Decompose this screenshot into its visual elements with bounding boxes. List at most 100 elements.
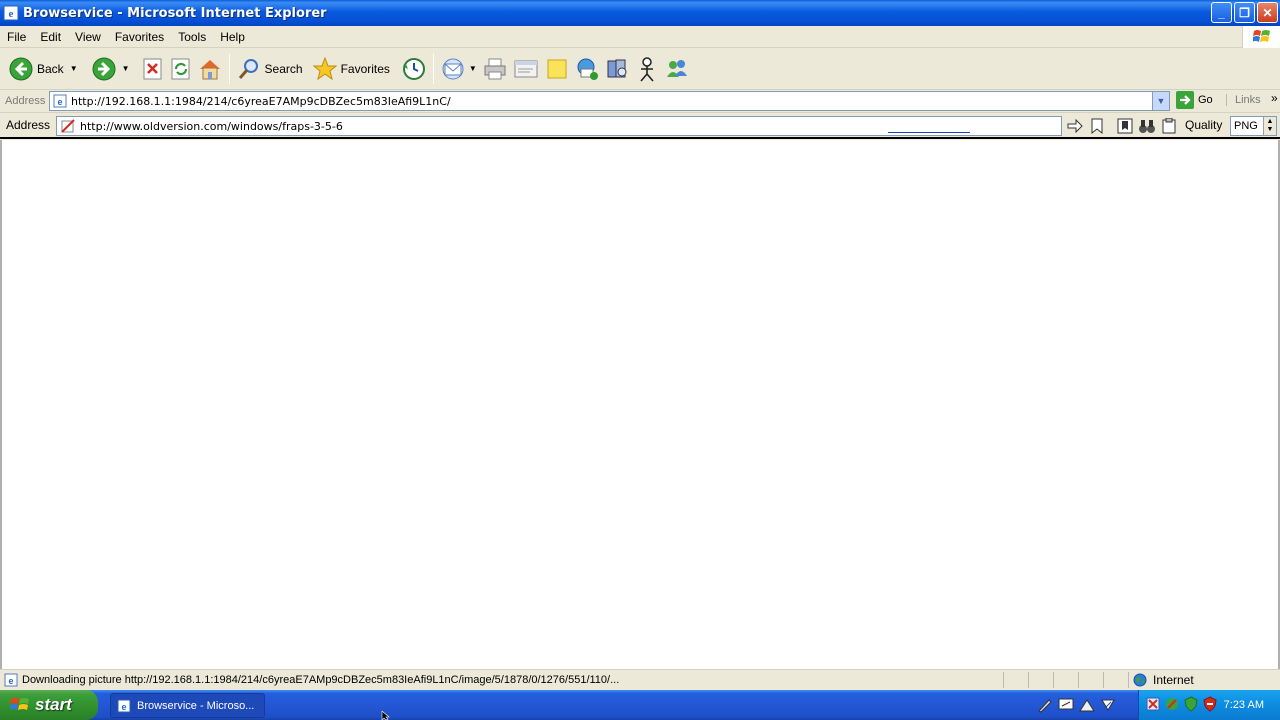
menu-view[interactable]: View bbox=[68, 26, 108, 48]
contacts-people-icon bbox=[666, 59, 687, 77]
internet-explorer-icon: e bbox=[117, 699, 131, 712]
spinner-icon[interactable]: ▲ ▼ bbox=[1263, 117, 1276, 135]
display-settings-icon[interactable] bbox=[1057, 696, 1075, 714]
minimize-button[interactable]: _ bbox=[1211, 2, 1232, 23]
edit-button[interactable] bbox=[510, 52, 542, 86]
forward-arrow-icon bbox=[92, 57, 116, 80]
inner-address-label: Address bbox=[6, 118, 51, 132]
inner-address-url: http://www.oldversion.com/windows/fraps-… bbox=[80, 119, 343, 133]
bookmark-icon[interactable] bbox=[1088, 117, 1106, 135]
messenger-icon bbox=[577, 58, 598, 80]
start-label: start bbox=[35, 695, 72, 714]
bookmarks-list-icon[interactable] bbox=[1116, 117, 1134, 135]
page-content-area[interactable] bbox=[0, 140, 1280, 669]
svg-text:e: e bbox=[9, 8, 14, 20]
globe-icon bbox=[1133, 673, 1147, 687]
system-tray: 7:23 AM bbox=[1138, 690, 1280, 720]
messenger-button[interactable] bbox=[572, 52, 602, 86]
address-dropdown-icon[interactable]: ▼ bbox=[1152, 92, 1169, 110]
back-dropdown-icon[interactable]: ▼ bbox=[70, 64, 78, 73]
status-bar: e Downloading picture http://192.168.1.1… bbox=[0, 669, 1280, 690]
internet-explorer-icon: e bbox=[3, 5, 19, 21]
back-arrow-icon bbox=[9, 57, 33, 80]
mail-icon bbox=[442, 58, 464, 79]
link-underline bbox=[888, 132, 970, 133]
svg-text:e: e bbox=[57, 97, 62, 107]
windows-logo-icon bbox=[1242, 26, 1280, 48]
back-label: Back bbox=[37, 61, 64, 76]
forward-dropdown-icon[interactable]: ▼ bbox=[122, 64, 130, 73]
menu-file[interactable]: File bbox=[0, 26, 33, 48]
maximize-button[interactable]: ❐ bbox=[1234, 2, 1255, 23]
notes-button[interactable] bbox=[542, 52, 572, 86]
browservice-control-bar: Address http://www.oldversion.com/window… bbox=[0, 113, 1280, 139]
menu-help[interactable]: Help bbox=[213, 26, 252, 48]
refresh-icon bbox=[171, 58, 190, 79]
start-button[interactable]: start bbox=[0, 690, 98, 720]
sticky-note-icon bbox=[547, 59, 567, 78]
edit-page-icon bbox=[514, 60, 538, 77]
messenger-tray-icon[interactable] bbox=[1145, 696, 1161, 715]
navigate-arrow-icon[interactable] bbox=[1066, 117, 1084, 135]
window-title-bar[interactable]: e Browservice - Microsoft Internet Explo… bbox=[0, 0, 1280, 26]
links-toolbar[interactable]: Links » bbox=[1226, 91, 1278, 106]
window-title: Browservice - Microsoft Internet Explore… bbox=[23, 5, 327, 21]
status-pane bbox=[1053, 672, 1078, 688]
favorites-button[interactable]: Favorites bbox=[310, 52, 393, 86]
status-pane bbox=[1003, 672, 1028, 688]
page-icon: e bbox=[53, 94, 67, 108]
status-pane bbox=[1028, 672, 1053, 688]
insecure-page-icon bbox=[61, 119, 75, 133]
user-button[interactable] bbox=[632, 52, 662, 86]
network-tool-icon[interactable] bbox=[1078, 696, 1096, 714]
print-button[interactable] bbox=[480, 52, 510, 86]
links-label: Links bbox=[1235, 94, 1261, 106]
favorites-label: Favorites bbox=[340, 61, 390, 76]
back-button[interactable]: Back ▼ bbox=[6, 52, 81, 86]
research-button[interactable] bbox=[602, 52, 632, 86]
quality-label: Quality bbox=[1185, 118, 1223, 132]
menu-edit[interactable]: Edit bbox=[33, 26, 68, 48]
address-bar: Address e http://192.168.1.1:1984/214/c6… bbox=[0, 90, 1280, 113]
contacts-button[interactable] bbox=[662, 52, 692, 86]
address-label: Address bbox=[5, 95, 46, 107]
wireless-icon[interactable] bbox=[1099, 696, 1117, 714]
user-figure-icon bbox=[640, 56, 654, 82]
security-zone[interactable]: Internet bbox=[1128, 672, 1278, 688]
quality-format-select[interactable]: PNG ▲ ▼ bbox=[1230, 116, 1277, 136]
address-input[interactable]: e http://192.168.1.1:1984/214/c6yreaE7AM… bbox=[49, 91, 1170, 111]
go-button[interactable]: Go bbox=[1176, 91, 1213, 109]
history-button[interactable] bbox=[399, 52, 429, 86]
find-binoculars-icon[interactable] bbox=[1138, 117, 1156, 135]
menu-favorites[interactable]: Favorites bbox=[108, 26, 171, 48]
tray-app-icon[interactable] bbox=[1164, 696, 1180, 715]
svg-text:e: e bbox=[121, 702, 126, 712]
status-pane bbox=[1103, 672, 1128, 688]
antivirus-shield-icon[interactable] bbox=[1202, 695, 1218, 715]
address-url: http://192.168.1.1:1984/214/c6yreaE7AMp9… bbox=[71, 94, 451, 108]
system-clock[interactable]: 7:23 AM bbox=[1224, 699, 1264, 711]
stop-button[interactable] bbox=[139, 52, 167, 86]
home-button[interactable] bbox=[195, 52, 225, 86]
go-label: Go bbox=[1198, 94, 1213, 106]
forward-button[interactable]: ▼ bbox=[89, 52, 133, 86]
refresh-button[interactable] bbox=[167, 52, 195, 86]
search-label: Search bbox=[264, 61, 303, 76]
menu-bar: File Edit View Favorites Tools Help bbox=[0, 26, 1280, 48]
windows-flag-icon bbox=[10, 698, 29, 710]
mail-dropdown-icon[interactable]: ▼ bbox=[469, 64, 477, 73]
pen-tool-icon[interactable] bbox=[1036, 696, 1054, 714]
chevron-right-icon[interactable]: » bbox=[1271, 91, 1278, 105]
security-shield-icon[interactable] bbox=[1183, 695, 1199, 715]
clipboard-icon[interactable] bbox=[1160, 117, 1178, 135]
taskbar: start e Browservice - Microso... 7:23 AM bbox=[0, 690, 1280, 720]
taskbar-window-label: Browservice - Microso... bbox=[137, 699, 255, 712]
menu-tools[interactable]: Tools bbox=[171, 26, 213, 48]
toolbar-separator bbox=[228, 53, 230, 84]
close-button[interactable]: ✕ bbox=[1257, 2, 1278, 23]
home-icon bbox=[199, 59, 220, 79]
search-button[interactable]: Search bbox=[234, 52, 306, 86]
inner-address-input[interactable]: http://www.oldversion.com/windows/fraps-… bbox=[56, 116, 1062, 136]
taskbar-window-button[interactable]: e Browservice - Microso... bbox=[110, 693, 265, 718]
mail-button[interactable]: ▼ bbox=[438, 52, 480, 86]
